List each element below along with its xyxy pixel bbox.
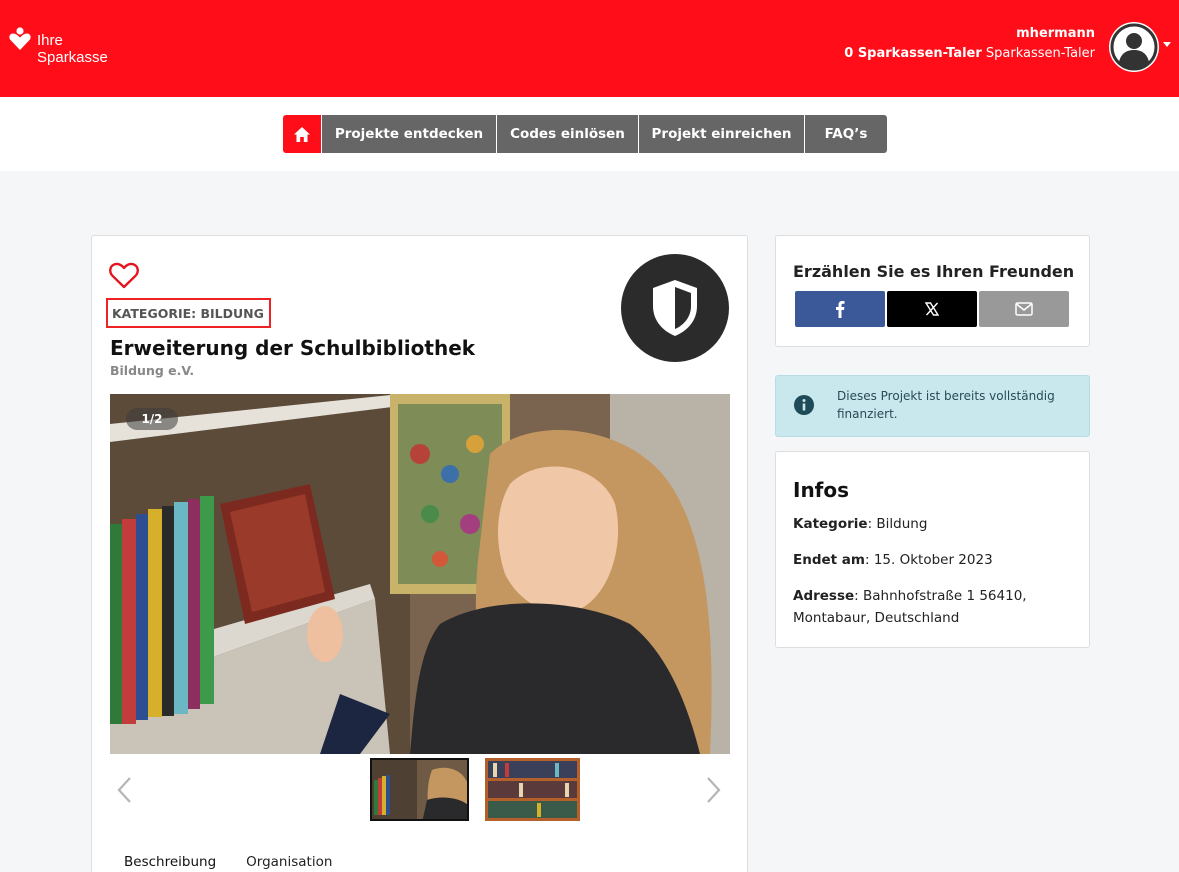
funded-alert: Dieses Projekt ist bereits vollständig f… <box>775 375 1090 437</box>
share-title: Erzählen Sie es Ihren Freunden <box>793 262 1075 281</box>
facebook-icon <box>836 301 845 318</box>
nav-codes-einloesen[interactable]: Codes einlösen <box>497 115 638 153</box>
project-card: KATEGORIE: BILDUNG Erweiterung der Schul… <box>91 235 748 872</box>
thumbnail-image <box>485 758 580 821</box>
project-image[interactable]: 1/2 <box>110 394 730 754</box>
sparkasse-logo[interactable]: Ihre Sparkasse <box>9 27 108 66</box>
share-mail-button[interactable] <box>979 291 1069 327</box>
tab-beschreibung[interactable]: Beschreibung <box>124 854 216 870</box>
library-photo <box>110 394 730 754</box>
info-address: Adresse: Bahnhofstraße 1 56410, Montabau… <box>793 585 1073 629</box>
info-category: Kategorie: Bildung <box>793 513 1073 535</box>
infos-card: Infos Kategorie: Bildung Endet am: 15. O… <box>775 451 1090 648</box>
image-counter: 1/2 <box>126 408 178 430</box>
info-end-date: Endet am: 15. Oktober 2023 <box>793 549 1073 571</box>
project-organisation[interactable]: Bildung e.V. <box>110 363 194 378</box>
avatar[interactable] <box>1109 22 1159 72</box>
nav-projekte-entdecken[interactable]: Projekte entdecken <box>322 115 496 153</box>
taler-unit: Sparkassen-Taler <box>985 46 1095 61</box>
main-navbar: Projekte entdecken Codes einlösen Projek… <box>0 97 1179 171</box>
taler-balance: 0 Sparkassen-Taler Sparkassen-Taler <box>844 44 1095 64</box>
chevron-left-icon[interactable] <box>116 776 132 804</box>
project-title: Erweiterung der Schulbibliothek <box>110 336 476 360</box>
thumbnail-1[interactable] <box>370 758 469 821</box>
alert-text: Dieses Projekt ist bereits vollständig f… <box>837 389 1055 421</box>
share-card: Erzählen Sie es Ihren Freunden <box>775 235 1090 347</box>
nav-faq[interactable]: FAQ’s <box>805 115 887 153</box>
user-info[interactable]: mhermann 0 Sparkassen-Taler Sparkassen-T… <box>844 24 1095 64</box>
category-label: KATEGORIE: BILDUNG <box>106 298 271 328</box>
chevron-down-icon[interactable] <box>1163 42 1171 47</box>
info-end-value: : 15. Oktober 2023 <box>864 552 993 568</box>
mail-icon <box>1015 302 1033 316</box>
logo-text: Ihre Sparkasse <box>37 32 108 66</box>
info-end-label: Endet am <box>793 552 865 568</box>
user-avatar-icon <box>1110 23 1158 71</box>
share-x-button[interactable] <box>887 291 977 327</box>
project-badge <box>621 254 729 362</box>
main-nav: Projekte entdecken Codes einlösen Projek… <box>283 115 887 153</box>
info-category-label: Kategorie <box>793 516 868 532</box>
logo-line-1: Ihre <box>37 32 63 49</box>
nav-projekt-einreichen[interactable]: Projekt einreichen <box>639 115 804 153</box>
info-category-value: : Bildung <box>867 516 928 532</box>
nav-home-button[interactable] <box>283 115 321 153</box>
home-icon <box>294 126 310 142</box>
info-address-label: Adresse <box>793 588 855 604</box>
thumbnail-image <box>372 760 467 819</box>
top-header: Ihre Sparkasse mhermann 0 Sparkassen-Tal… <box>0 0 1179 97</box>
info-icon <box>794 395 814 415</box>
thumbnail-2[interactable] <box>485 758 584 821</box>
taler-amount: 0 Sparkassen-Taler <box>844 46 982 61</box>
chevron-right-icon[interactable] <box>706 776 722 804</box>
project-tabs: Beschreibung Organisation <box>124 854 362 870</box>
x-icon <box>925 302 939 316</box>
tab-organisation[interactable]: Organisation <box>246 854 332 870</box>
heart-icon[interactable] <box>109 262 139 289</box>
share-facebook-button[interactable] <box>795 291 885 327</box>
sparkasse-heart-icon <box>9 27 31 50</box>
share-buttons <box>795 291 1071 327</box>
logo-line-2: Sparkasse <box>37 49 108 66</box>
infos-title: Infos <box>793 478 850 502</box>
shield-icon <box>653 280 697 336</box>
username: mhermann <box>1016 26 1095 41</box>
